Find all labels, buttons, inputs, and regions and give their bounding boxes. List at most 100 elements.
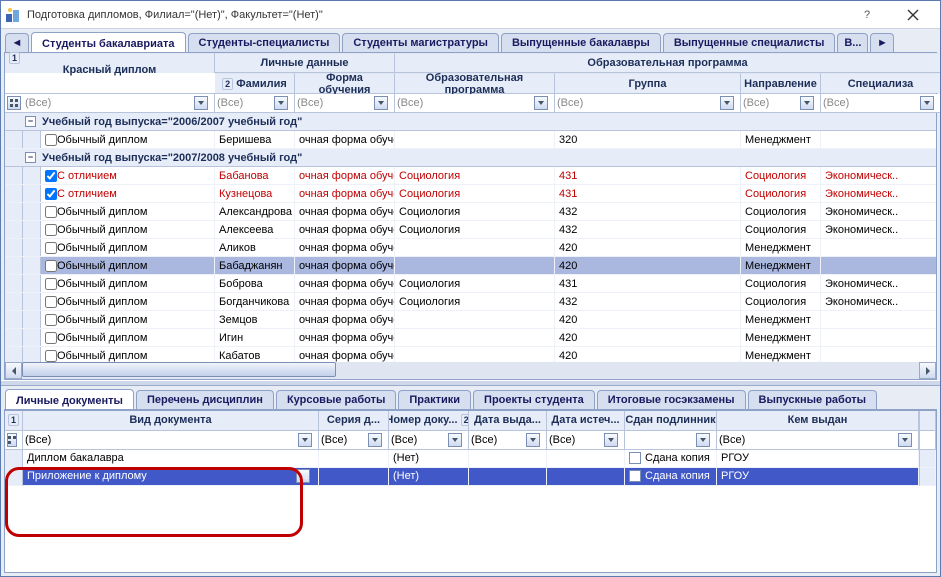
upper-horizontal-scrollbar[interactable] bbox=[5, 362, 936, 379]
diploma-checkbox[interactable] bbox=[45, 170, 57, 182]
filter-all[interactable]: (Все) bbox=[297, 97, 323, 109]
col-original-given[interactable]: Сдан подлинник bbox=[625, 411, 717, 431]
tab-graduation-works[interactable]: Выпускные работы bbox=[748, 390, 878, 409]
filter-all[interactable]: (Все) bbox=[743, 97, 769, 109]
filter-all[interactable]: (Все) bbox=[549, 434, 575, 446]
tab-more[interactable]: В... bbox=[837, 33, 868, 52]
table-row[interactable]: Обычный дипломАликовочная форма обучения… bbox=[5, 239, 936, 257]
tab-released-bachelor[interactable]: Выпущенные бакалавры bbox=[501, 33, 661, 52]
table-row[interactable]: Обычный дипломКабатовочная форма обучени… bbox=[5, 347, 936, 362]
scroll-left-icon[interactable] bbox=[5, 362, 22, 379]
chevron-down-icon[interactable] bbox=[696, 433, 710, 447]
filter-all[interactable]: (Все) bbox=[719, 434, 745, 446]
chevron-down-icon[interactable] bbox=[368, 433, 382, 447]
table-row[interactable]: Обычный дипломБоброваочная форма обучени… bbox=[5, 275, 936, 293]
diploma-checkbox[interactable] bbox=[45, 224, 57, 236]
col-program[interactable]: Образовательная программа bbox=[395, 73, 555, 93]
table-row[interactable]: Обычный дипломАлександроваочная форма об… bbox=[5, 203, 936, 221]
filter-all[interactable]: (Все) bbox=[823, 97, 849, 109]
tab-students-specialist[interactable]: Студенты-специалисты bbox=[188, 33, 341, 52]
help-button[interactable]: ? bbox=[844, 1, 890, 29]
table-row[interactable]: Обычный дипломАлексееваочная форма обуче… bbox=[5, 221, 936, 239]
chevron-down-icon[interactable] bbox=[448, 433, 462, 447]
tab-disciplines[interactable]: Перечень дисциплин bbox=[136, 390, 274, 409]
table-row[interactable]: Приложение к диплому…(Нет)Сдана копияРГО… bbox=[5, 468, 936, 486]
chevron-down-icon[interactable] bbox=[800, 96, 814, 110]
table-row[interactable]: Обычный дипломБеришеваочная форма обучен… bbox=[5, 131, 936, 149]
diploma-checkbox[interactable] bbox=[45, 206, 57, 218]
filter-all[interactable]: (Все) bbox=[557, 97, 583, 109]
lower-data-body[interactable]: Диплом бакалавра(Нет)Сдана копияРГОУПрил… bbox=[5, 450, 936, 572]
diploma-checkbox[interactable] bbox=[45, 296, 57, 308]
col-expire-date[interactable]: Дата истеч... bbox=[547, 411, 625, 431]
diploma-checkbox[interactable] bbox=[45, 260, 57, 272]
filter-all[interactable]: (Все) bbox=[321, 434, 347, 446]
tab-nav-left[interactable]: ◄ bbox=[5, 33, 29, 52]
diploma-checkbox[interactable] bbox=[45, 314, 57, 326]
tab-student-projects[interactable]: Проекты студента bbox=[473, 390, 595, 409]
checkbox-icon[interactable] bbox=[629, 452, 641, 464]
tab-practices[interactable]: Практики bbox=[398, 390, 471, 409]
table-row[interactable]: Обычный дипломБабаджаняночная форма обуч… bbox=[5, 257, 936, 275]
chevron-down-icon[interactable] bbox=[534, 96, 548, 110]
tab-personal-documents[interactable]: Личные документы bbox=[5, 389, 134, 409]
col-form[interactable]: Форма обучения bbox=[295, 73, 395, 93]
chevron-down-icon[interactable] bbox=[274, 96, 288, 110]
diploma-checkbox[interactable] bbox=[45, 188, 57, 200]
col-series[interactable]: Серия д... bbox=[319, 411, 389, 431]
filter-all[interactable]: (Все) bbox=[217, 97, 243, 109]
tab-course-works[interactable]: Курсовые работы bbox=[276, 390, 396, 409]
diploma-checkbox[interactable] bbox=[45, 278, 57, 290]
checkbox-icon[interactable] bbox=[629, 470, 641, 482]
chevron-down-icon[interactable] bbox=[526, 433, 540, 447]
tab-students-master[interactable]: Студенты магистратуры bbox=[342, 33, 499, 52]
collapse-toggle-icon[interactable]: − bbox=[25, 116, 36, 127]
table-row[interactable]: Обычный дипломБогданчиковаочная форма об… bbox=[5, 293, 936, 311]
col-issue-date[interactable]: Дата выда... bbox=[469, 411, 547, 431]
col-familia[interactable]: 2 Фамилия bbox=[215, 73, 295, 93]
diploma-checkbox[interactable] bbox=[45, 134, 57, 146]
table-row[interactable]: С отличиемБабановаочная форма обученияСо… bbox=[5, 167, 936, 185]
table-row[interactable]: Обычный дипломИгиночная форма обучения42… bbox=[5, 329, 936, 347]
table-row[interactable]: С отличиемКузнецоваочная форма обученияС… bbox=[5, 185, 936, 203]
chevron-down-icon[interactable] bbox=[298, 433, 312, 447]
table-row[interactable]: Диплом бакалавра(Нет)Сдана копияРГОУ bbox=[5, 450, 936, 468]
filter-all[interactable]: (Все) bbox=[397, 97, 423, 109]
group-row[interactable]: −Учебный год выпуска="2007/2008 учебный … bbox=[5, 149, 936, 167]
upper-data-body[interactable]: −Учебный год выпуска="2006/2007 учебный … bbox=[5, 113, 936, 362]
tab-state-exams[interactable]: Итоговые госэкзамены bbox=[597, 390, 746, 409]
scroll-right-icon[interactable] bbox=[919, 362, 936, 379]
col-doc-type[interactable]: Вид документа bbox=[23, 411, 319, 431]
filter-all[interactable]: (Все) bbox=[391, 434, 417, 446]
col-group[interactable]: Группа bbox=[555, 73, 741, 93]
tab-nav-right[interactable]: ► bbox=[870, 33, 894, 52]
col-specialization[interactable]: Специализа bbox=[821, 73, 941, 93]
tab-students-bachelor[interactable]: Студенты бакалавриата bbox=[31, 32, 186, 52]
chevron-down-icon[interactable] bbox=[920, 96, 934, 110]
chevron-down-icon[interactable] bbox=[898, 433, 912, 447]
personal-data-header[interactable]: Личные данные bbox=[215, 53, 395, 73]
filter-all[interactable]: (Все) bbox=[25, 434, 51, 446]
group-row[interactable]: −Учебный год выпуска="2006/2007 учебный … bbox=[5, 113, 936, 131]
close-button[interactable] bbox=[890, 1, 936, 29]
filter-all-1[interactable]: (Все) bbox=[25, 97, 51, 109]
col-doc-number[interactable]: Номер доку... 2 bbox=[389, 411, 469, 431]
filter-dropdown-icon[interactable] bbox=[7, 433, 17, 447]
cell-original[interactable]: Сдана копия bbox=[625, 468, 717, 486]
collapse-toggle-icon[interactable]: − bbox=[25, 152, 36, 163]
edu-program-top-header[interactable]: Образовательная программа bbox=[395, 53, 941, 73]
cell-original[interactable]: Сдана копия bbox=[625, 450, 717, 468]
tab-released-specialist[interactable]: Выпущенные специалисты bbox=[663, 33, 836, 52]
col-direction[interactable]: Направление bbox=[741, 73, 821, 93]
filter-all[interactable]: (Все) bbox=[471, 434, 497, 446]
chevron-down-icon[interactable] bbox=[604, 433, 618, 447]
chevron-down-icon[interactable] bbox=[720, 96, 734, 110]
filter-dropdown-icon[interactable] bbox=[194, 96, 208, 110]
chevron-down-icon[interactable] bbox=[374, 96, 388, 110]
red-diploma-header[interactable]: Красный диплом bbox=[63, 64, 156, 76]
diploma-checkbox[interactable] bbox=[45, 350, 57, 362]
ellipsis-icon[interactable]: … bbox=[296, 469, 310, 483]
table-row[interactable]: Обычный дипломЗемцовочная форма обучения… bbox=[5, 311, 936, 329]
col-issued-by[interactable]: Кем выдан bbox=[717, 411, 919, 431]
diploma-checkbox[interactable] bbox=[45, 332, 57, 344]
